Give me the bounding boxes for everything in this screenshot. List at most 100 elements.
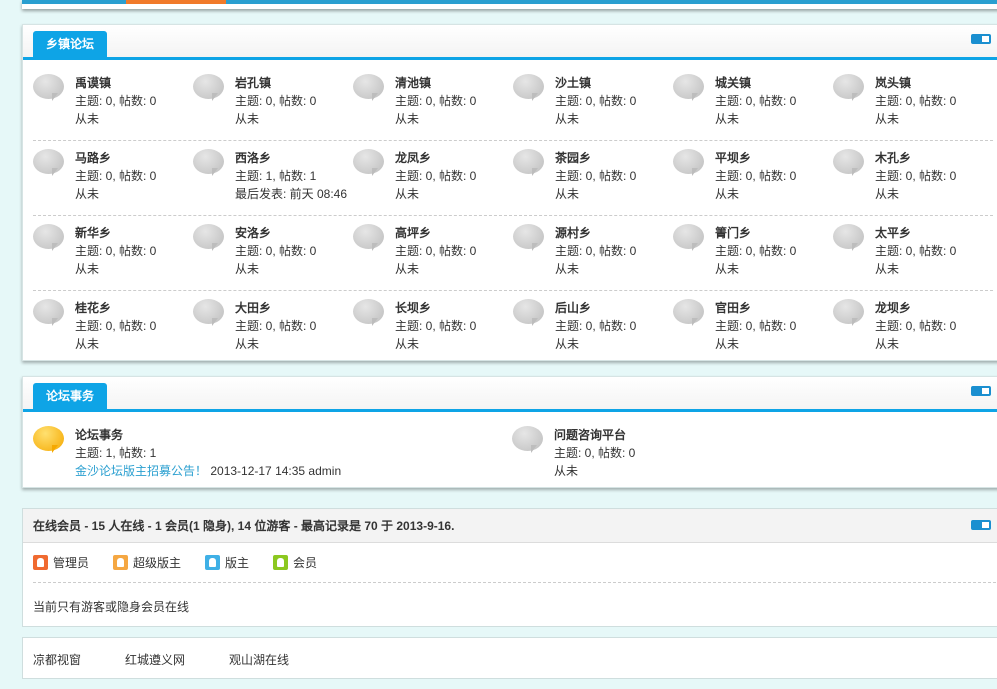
forum-item[interactable]: 太平乡 主题: 0, 帖数: 0 从未 (833, 224, 993, 290)
affairs-section: 论坛事务 论坛事务 主题: 1, 帖数: 1 金沙论坛版主招募公告！ 2013-12… (22, 376, 997, 488)
forum-name[interactable]: 城关镇 (715, 74, 796, 92)
forum-name[interactable]: 大田乡 (235, 299, 316, 317)
new-posts-bubble-icon (33, 426, 65, 454)
forum-item[interactable]: 大田乡 主题: 0, 帖数: 0 从未 (193, 299, 353, 366)
forum-row: 桂花乡 主题: 0, 帖数: 0 从未 大田乡 主题: 0, 帖数: 0 从未 长坝乡 主题:… (33, 291, 993, 366)
forum-stats: 主题: 0, 帖数: 0 (235, 244, 317, 258)
collapse-toggle-icon[interactable] (971, 520, 991, 530)
forum-name[interactable]: 官田乡 (715, 299, 796, 317)
forum-name[interactable]: 马路乡 (75, 149, 156, 167)
section-tab-affairs[interactable]: 论坛事务 (33, 383, 108, 412)
user-group-icon (273, 555, 289, 570)
forum-name[interactable]: 箐门乡 (715, 224, 796, 242)
forum-stats: 主题: 0, 帖数: 0 (235, 319, 317, 333)
online-title: 在线会员 - 15 人在线 - 1 会员(1 隐身), 14 位游客 - 最高记… (33, 519, 455, 533)
top-nav-bar (22, 0, 997, 9)
forum-item[interactable]: 清池镇 主题: 0, 帖数: 0 从未 (353, 74, 513, 140)
forum-stats: 主题: 0, 帖数: 0 (715, 169, 797, 183)
forum-item[interactable]: 源村乡 主题: 0, 帖数: 0 从未 (513, 224, 673, 290)
forum-item[interactable]: 龙凤乡 主题: 0, 帖数: 0 从未 (353, 149, 513, 215)
last-post: 从未 (395, 187, 420, 201)
forum-item[interactable]: 城关镇 主题: 0, 帖数: 0 从未 (673, 74, 833, 140)
no-new-posts-bubble-icon (513, 224, 545, 252)
forum-stats: 主题: 0, 帖数: 0 (715, 319, 797, 333)
section-tab-township[interactable]: 乡镇论坛 (33, 31, 108, 60)
forum-item[interactable]: 龙坝乡 主题: 0, 帖数: 0 从未 (833, 299, 993, 366)
forum-name[interactable]: 龙坝乡 (875, 299, 956, 317)
forum-name[interactable]: 长坝乡 (395, 299, 476, 317)
forum-item[interactable]: 安洛乡主题: 0, 帖数: 0 从未 (193, 224, 353, 290)
forum-item[interactable]: 后山乡 主题: 0, 帖数: 0 从未 (513, 299, 673, 366)
forum-name[interactable]: 禹谟镇 (75, 74, 156, 92)
no-new-posts-bubble-icon (673, 299, 705, 327)
forum-item[interactable]: 论坛事务 主题: 1, 帖数: 1 金沙论坛版主招募公告！ 2013-12-17 1… (33, 426, 512, 493)
forum-item[interactable]: 木孔乡 主题: 0, 帖数: 0 从未 (833, 149, 993, 215)
forum-name[interactable]: 木孔乡 (875, 149, 956, 167)
last-post: 最后发表: 前天 08:46 (235, 187, 348, 201)
last-post: 从未 (555, 112, 580, 126)
forum-name[interactable]: 茶园乡 (555, 149, 636, 167)
forum-item[interactable]: 禹谟镇 主题: 0, 帖数: 0 从未 (33, 74, 193, 140)
forum-stats: 主题: 0, 帖数: 0 (554, 446, 636, 460)
forum-stats: 主题: 0, 帖数: 0 (555, 244, 637, 258)
forum-item[interactable]: 岩孔镇 主题: 0, 帖数: 0 从未 (193, 74, 353, 140)
forum-name[interactable]: 论坛事务 (75, 426, 341, 444)
last-post: 从未 (554, 464, 579, 478)
forum-item[interactable]: 沙土镇 主题: 0, 帖数: 0 从未 (513, 74, 673, 140)
forum-name[interactable]: 桂花乡 (75, 299, 156, 317)
no-new-posts-bubble-icon (833, 149, 865, 177)
last-post-meta: 2013-12-17 14:35 admin (207, 464, 342, 478)
forum-item[interactable]: 箐门乡 主题: 0, 帖数: 0 从未 (673, 224, 833, 290)
last-post-link[interactable]: 金沙论坛版主招募公告！ (75, 464, 207, 478)
friend-link[interactable]: 凉都视窗 (33, 651, 81, 668)
friend-link[interactable]: 观山湖在线 (229, 651, 289, 668)
legend-item: 超级版主 (113, 554, 181, 571)
forum-name[interactable]: 岩孔镇 (235, 74, 316, 92)
forum-stats: 主题: 0, 帖数: 0 (715, 244, 797, 258)
forum-item[interactable]: 桂花乡 主题: 0, 帖数: 0 从未 (33, 299, 193, 366)
forum-name[interactable]: 源村乡 (555, 224, 636, 242)
forum-name[interactable]: 问题咨询平台 (554, 426, 635, 444)
last-post: 从未 (235, 262, 260, 276)
forum-name[interactable]: 西洛乡 (235, 149, 347, 167)
forum-item[interactable]: 茶园乡 主题: 0, 帖数: 0 从未 (513, 149, 673, 215)
forum-item[interactable]: 长坝乡 主题: 0, 帖数: 0 从未 (353, 299, 513, 366)
no-new-posts-bubble-icon (673, 74, 705, 102)
last-post: 从未 (875, 337, 900, 351)
forum-item[interactable]: 平坝乡 主题: 0, 帖数: 0 从未 (673, 149, 833, 215)
collapse-toggle-icon[interactable] (971, 34, 991, 44)
no-new-posts-bubble-icon (193, 299, 225, 327)
forum-item[interactable]: 官田乡 主题: 0, 帖数: 0 从未 (673, 299, 833, 366)
last-post: 从未 (875, 187, 900, 201)
forum-item[interactable]: 高坪乡 主题: 0, 帖数: 0 从未 (353, 224, 513, 290)
no-new-posts-bubble-icon (353, 74, 385, 102)
forum-name[interactable]: 平坝乡 (715, 149, 796, 167)
forum-name[interactable]: 龙凤乡 (395, 149, 476, 167)
forum-stats: 主题: 0, 帖数: 0 (75, 244, 157, 258)
forum-name[interactable]: 沙土镇 (555, 74, 636, 92)
no-new-posts-bubble-icon (673, 149, 705, 177)
forum-stats: 主题: 0, 帖数: 0 (75, 319, 157, 333)
no-new-posts-bubble-icon (193, 74, 225, 102)
forum-item[interactable]: 问题咨询平台主题: 0, 帖数: 0 从未 (512, 426, 912, 493)
online-note: 当前只有游客或隐身会员在线 (33, 600, 190, 614)
no-new-posts-bubble-icon (33, 299, 65, 327)
forum-item[interactable]: 西洛乡 主题: 1, 帖数: 1 最后发表: 前天 08:46 (193, 149, 353, 215)
forum-item[interactable]: 马路乡 主题: 0, 帖数: 0 从未 (33, 149, 193, 215)
forum-name[interactable]: 太平乡 (875, 224, 956, 242)
forum-name[interactable]: 岚头镇 (875, 74, 956, 92)
forum-name[interactable]: 新华乡 (75, 224, 156, 242)
forum-stats: 主题: 0, 帖数: 0 (75, 94, 157, 108)
forum-stats: 主题: 0, 帖数: 0 (395, 244, 477, 258)
forum-item[interactable]: 岚头镇 主题: 0, 帖数: 0 从未 (833, 74, 993, 140)
last-post: 从未 (555, 337, 580, 351)
user-group-icon (33, 555, 48, 570)
collapse-toggle-icon[interactable] (971, 386, 991, 396)
friend-link[interactable]: 红城遵义网 (125, 651, 185, 668)
forum-item[interactable]: 新华乡 主题: 0, 帖数: 0 从未 (33, 224, 193, 290)
forum-name[interactable]: 高坪乡 (395, 224, 476, 242)
forum-name[interactable]: 安洛乡 (235, 224, 316, 242)
forum-name[interactable]: 后山乡 (555, 299, 636, 317)
legend-item: 版主 (205, 554, 249, 571)
forum-name[interactable]: 清池镇 (395, 74, 476, 92)
